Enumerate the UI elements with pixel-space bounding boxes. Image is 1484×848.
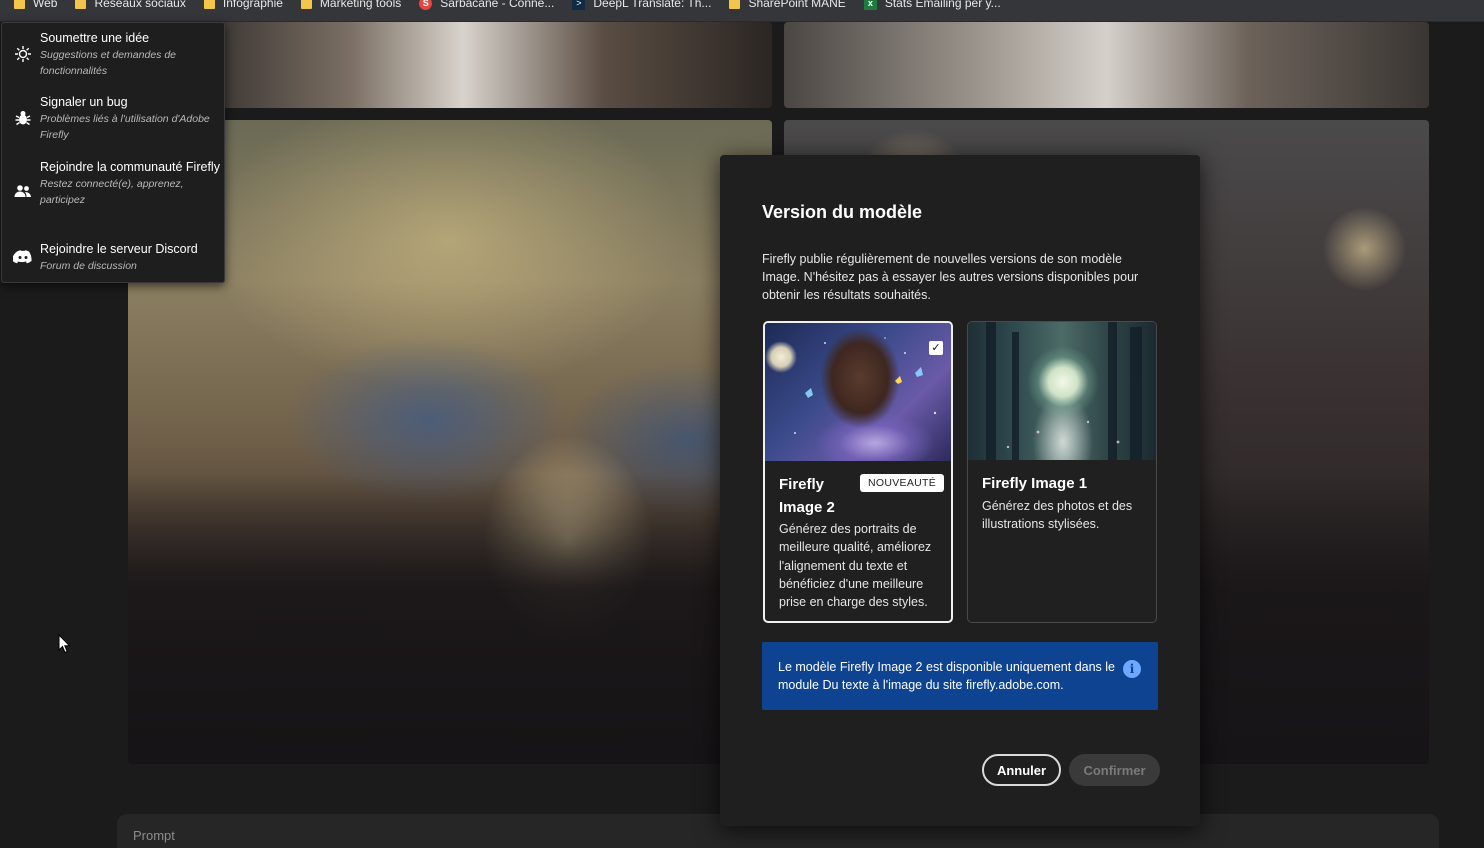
help-menu: Soumettre une idée Suggestions et demand… [1,22,225,283]
model-card-firefly-image-1[interactable]: Firefly Image 1 Générez des photos et de… [967,321,1157,623]
folder-icon [300,0,312,9]
cancel-button[interactable]: Annuler [982,754,1061,786]
bookmark-label: SharePoint MANE [748,0,846,10]
image-shade [128,474,772,764]
menu-item-title: Signaler un bug [40,95,128,109]
info-text: Le modèle Firefly Image 2 est disponible… [778,660,1116,692]
model-preview-image [968,322,1156,460]
bookmark-sharepoint[interactable]: SharePoint MANE [729,0,846,12]
bookmark-label: Reseaux sociaux [94,0,186,10]
folder-icon [203,0,215,9]
menu-item-report-bug[interactable]: Signaler un bug Problèmes liés à l'utili… [2,93,224,153]
model-card-title: Firefly Image 1 [982,475,1088,492]
confirm-button[interactable]: Confirmer [1069,754,1160,786]
gallery-image[interactable] [210,22,772,108]
mouse-cursor-icon [58,634,71,654]
model-preview-image [765,323,951,461]
bookmark-label: Infographie [222,0,283,10]
folder-icon [75,0,87,9]
bookmark-label: Marketing tools [319,0,402,10]
bookmarks-bar: Web Reseaux sociaux Infographie Marketin… [0,0,1484,22]
model-version-dialog: Version du modèle Firefly publie réguliè… [720,155,1200,826]
model-card-title: Firefly Image 2 [779,476,835,516]
menu-item-join-discord[interactable]: Rejoindre le serveur Discord Forum de di… [2,240,224,280]
deepl-icon: > [572,0,586,10]
folder-icon [729,0,741,9]
bookmark-label: Web [33,0,58,10]
excel-icon: x [863,0,877,10]
bug-icon [12,107,34,129]
model-card-firefly-image-2[interactable]: ✓ Firefly Image 2 NOUVEAUTÉ Générez des … [763,321,953,623]
info-banner: Le modèle Firefly Image 2 est disponible… [762,642,1158,710]
bookmark-label: Stats Emailing per y... [884,0,1001,10]
new-badge: NOUVEAUTÉ [860,474,945,492]
model-card-description: Générez des portraits de meilleure quali… [779,522,932,610]
bookmark-sarbacane[interactable]: S Sarbacane - Conne... [419,0,554,12]
sarbacane-icon: S [419,0,433,10]
menu-item-title: Rejoindre la communauté Firefly [40,160,220,174]
dialog-title: Version du modèle [762,202,923,222]
menu-item-subtitle: Restez connecté(e), apprenez, participez [40,178,184,206]
bookmark-web[interactable]: Web [14,0,57,12]
bookmark-reseaux-sociaux[interactable]: Reseaux sociaux [75,0,186,12]
info-icon: i [1123,660,1141,678]
bookmark-stats-emailing[interactable]: x Stats Emailing per y... [863,0,1001,12]
model-card-description: Générez des photos et des illustrations … [982,499,1133,532]
bookmark-label: Sarbacane - Conne... [440,0,555,10]
bookmark-label: DeepL Translate: Th... [593,0,712,10]
menu-item-title: Rejoindre le serveur Discord [40,242,198,256]
menu-item-subtitle: Forum de discussion [40,260,137,272]
discord-icon [12,246,34,268]
menu-item-subtitle: Suggestions et demandes de fonctionnalit… [40,49,177,77]
menu-item-submit-idea[interactable]: Soumettre une idée Suggestions et demand… [2,29,224,89]
community-icon [12,180,34,202]
menu-item-join-community[interactable]: Rejoindre la communauté Firefly Restez c… [2,158,224,238]
lightbulb-icon [12,43,34,65]
folder-icon [14,0,25,9]
checkbox-checked-icon[interactable]: ✓ [929,341,943,355]
bookmark-deepl[interactable]: > DeepL Translate: Th... [572,0,711,12]
prompt-label: Prompt [133,828,175,843]
gallery-image[interactable] [784,22,1429,108]
menu-item-subtitle: Problèmes liés à l'utilisation d'Adobe F… [40,113,210,141]
bookmark-marketing-tools[interactable]: Marketing tools [300,0,402,12]
dialog-description: Firefly publie régulièrement de nouvelle… [762,252,1139,302]
menu-item-title: Soumettre une idée [40,31,150,45]
bookmark-infographie[interactable]: Infographie [203,0,283,12]
